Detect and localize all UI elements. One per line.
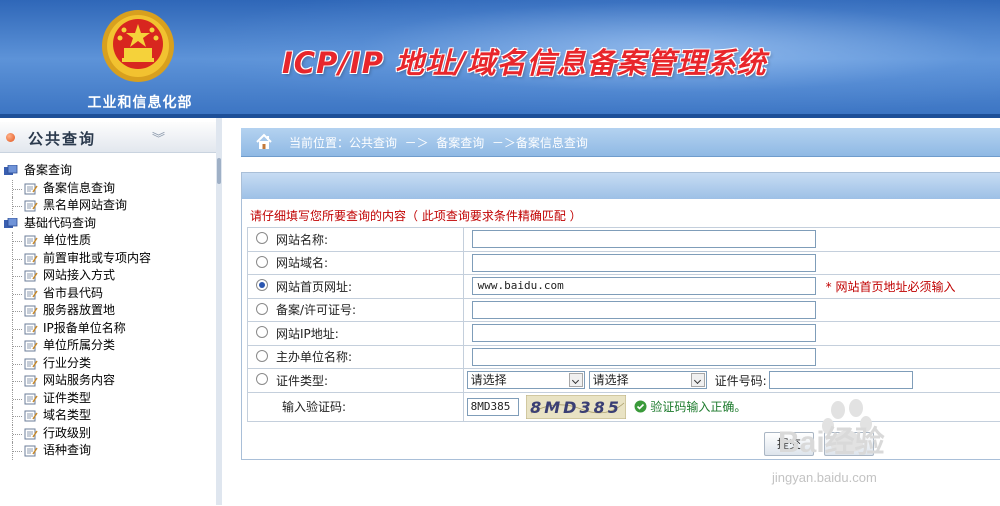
document-icon <box>24 270 38 282</box>
sidebar-item[interactable]: 语种查询 <box>0 442 216 460</box>
sidebar-item[interactable]: 证件类型 <box>0 390 216 408</box>
form-row-organizer-name: 主办单位名称: <box>248 345 1000 369</box>
homepage-url-input[interactable]: www.baidu.com <box>472 277 816 295</box>
dropdown-arrow-icon[interactable] <box>569 373 583 387</box>
sidebar-item[interactable]: 网站服务内容 <box>0 372 216 390</box>
sidebar: 公共查询 ︾ 备案查询 备案信息查询 黑名单网站查询 基础代码查询 单位性质 前… <box>0 118 217 505</box>
sidebar-item[interactable]: 单位性质 <box>0 232 216 250</box>
nav-tree: 备案查询 备案信息查询 黑名单网站查询 基础代码查询 单位性质 前置审批或专项内… <box>0 162 216 460</box>
svg-text:Bai经验: Bai经验 <box>778 425 885 459</box>
document-icon <box>24 428 38 440</box>
document-icon <box>24 323 38 335</box>
radio-site-name[interactable] <box>256 232 268 244</box>
document-icon <box>24 410 38 422</box>
sidebar-item[interactable]: 前置审批或专项内容 <box>0 250 216 268</box>
sidebar-item[interactable]: 省市县代码 <box>0 285 216 303</box>
form-row-cert-type: 证件类型: 请选择请选择证件号码: <box>248 369 1000 393</box>
license-number-input[interactable] <box>472 301 816 319</box>
radio-cert-type[interactable] <box>256 373 268 385</box>
cert-number-label: 证件号码: <box>715 374 767 388</box>
tree-group-label: 备案查询 <box>24 163 72 177</box>
radio-license-number[interactable] <box>256 303 268 315</box>
tree-group-record-query[interactable]: 备案查询 <box>0 162 216 180</box>
national-emblem-icon <box>100 8 176 84</box>
document-icon <box>24 288 38 300</box>
radio-ip-address[interactable] <box>256 326 268 338</box>
document-icon <box>24 253 38 265</box>
captcha-input[interactable]: 8MD385 <box>467 398 519 416</box>
sidebar-splitter[interactable] <box>216 118 222 505</box>
system-title: ICP/IP 地址/域名信息备案管理系统 <box>282 40 767 82</box>
sidebar-item[interactable]: 域名类型 <box>0 407 216 425</box>
sidebar-item[interactable]: 服务器放置地 <box>0 302 216 320</box>
folder-group-icon <box>4 165 18 176</box>
sidebar-item[interactable]: IP报备单位名称 <box>0 320 216 338</box>
sidebar-item-blacklist-query[interactable]: 黑名单网站查询 <box>0 197 216 215</box>
sidebar-title: 公共查询 <box>28 128 96 149</box>
bullet-icon <box>6 133 15 142</box>
tree-group-base-code-query[interactable]: 基础代码查询 <box>0 215 216 233</box>
cert-number-input[interactable] <box>769 371 913 389</box>
document-icon <box>24 305 38 317</box>
breadcrumb-text: 当前位置：公共查询 －＞ 备案查询 －＞备案信息查询 <box>289 134 588 151</box>
document-icon <box>24 358 38 370</box>
site-name-input[interactable] <box>472 230 816 248</box>
form-row-site-domain: 网站域名: <box>248 251 1000 275</box>
baidu-jingyan-watermark: Bai经验 <box>768 396 1000 506</box>
radio-homepage-url[interactable] <box>256 279 268 291</box>
splitter-handle[interactable] <box>217 158 221 184</box>
watermark-url: jingyan.baidu.com <box>772 470 877 485</box>
double-chevron-down-icon[interactable]: ︾ <box>152 128 165 147</box>
site-domain-input[interactable] <box>472 254 816 272</box>
cert-type-select-2[interactable]: 请选择 <box>589 371 707 389</box>
sidebar-item[interactable]: 单位所属分类 <box>0 337 216 355</box>
sidebar-item[interactable]: 网站接入方式 <box>0 267 216 285</box>
document-icon <box>24 340 38 352</box>
form-row-homepage-url: 网站首页网址: www.baidu.com* 网站首页地址必须输入 <box>248 275 1000 299</box>
ministry-name: 工业和信息化部 <box>80 92 200 112</box>
dropdown-arrow-icon[interactable] <box>691 373 705 387</box>
organizer-name-input[interactable] <box>472 348 816 366</box>
document-icon <box>24 393 38 405</box>
sidebar-item[interactable]: 行业分类 <box>0 355 216 373</box>
svg-text:8MD385: 8MD385 <box>531 398 623 417</box>
document-icon <box>24 200 38 212</box>
cert-type-select-1[interactable]: 请选择 <box>467 371 585 389</box>
query-instruction: 请仔细填写您所要查询的内容（ 此项查询要求条件精确匹配 ） <box>250 207 582 224</box>
captcha-status: 验证码输入正确。 <box>650 400 746 414</box>
captcha-image[interactable]: 8MD385 <box>526 395 626 419</box>
form-row-site-name: 网站名称: <box>248 228 1000 252</box>
tree-group-label: 基础代码查询 <box>24 216 96 230</box>
document-icon <box>24 183 38 195</box>
document-icon <box>24 375 38 387</box>
folder-group-icon <box>4 218 18 229</box>
document-icon <box>24 445 38 457</box>
sidebar-header: 公共查询 ︾ <box>0 122 216 153</box>
sidebar-item[interactable]: 行政级别 <box>0 425 216 443</box>
ip-address-input[interactable] <box>472 324 816 342</box>
page-header: 工业和信息化部 ICP/IP 地址/域名信息备案管理系统 <box>0 0 1000 118</box>
breadcrumb: 当前位置：公共查询 －＞ 备案查询 －＞备案信息查询 <box>241 128 1000 157</box>
home-icon[interactable] <box>255 133 273 151</box>
form-row-ip-address: 网站IP地址: <box>248 322 1000 346</box>
form-row-license-number: 备案/许可证号: <box>248 298 1000 322</box>
check-circle-icon <box>634 400 647 413</box>
query-form: 网站名称: 网站域名: 网站首页网址: www.baidu.com* 网站首页地… <box>247 227 1000 422</box>
radio-site-domain[interactable] <box>256 256 268 268</box>
document-icon <box>24 235 38 247</box>
sidebar-item-record-info-query[interactable]: 备案信息查询 <box>0 180 216 198</box>
panel-header <box>242 173 1000 199</box>
required-hint: * 网站首页地址必须输入 <box>826 280 956 294</box>
radio-organizer-name[interactable] <box>256 350 268 362</box>
